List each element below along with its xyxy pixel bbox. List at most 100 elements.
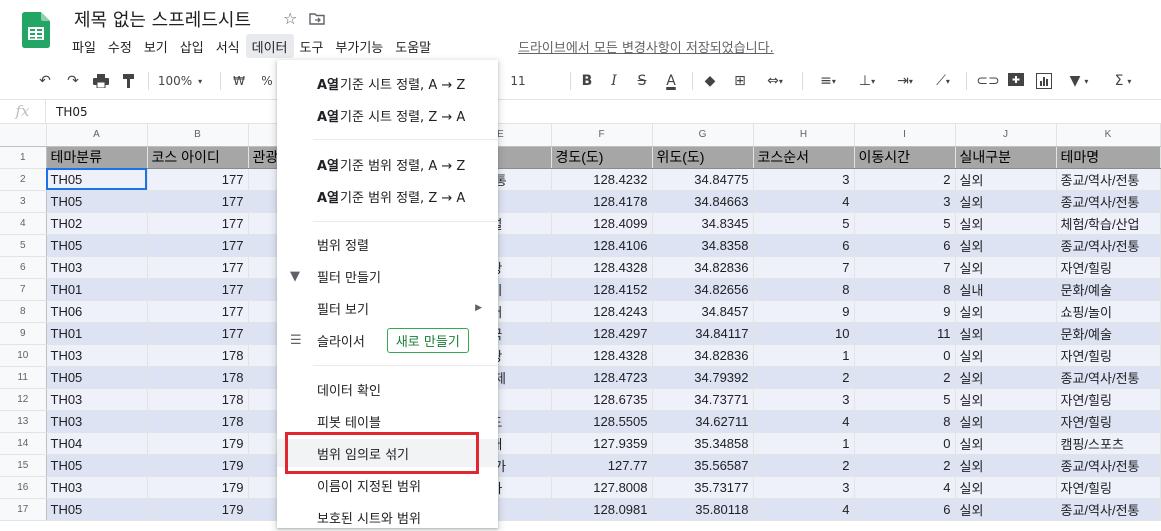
align-horizontal-icon[interactable]: ≡ ▾ — [812, 66, 844, 96]
save-status-link[interactable]: 드라이브에서 모든 변경사항이 저장되었습니다. — [518, 37, 774, 56]
cell-travel-time[interactable]: 3 — [854, 190, 956, 213]
percent-format-button[interactable]: % — [258, 66, 276, 96]
cell-theme-code[interactable]: TH05 — [46, 190, 148, 213]
cell-indoor-outdoor[interactable]: 실외 — [955, 410, 1057, 433]
cell-latitude[interactable]: 34.73771 — [652, 388, 754, 411]
cell-indoor-outdoor[interactable]: 실외 — [955, 366, 1057, 389]
cell-latitude[interactable]: 34.84117 — [652, 322, 754, 345]
cell-course-id[interactable]: 179 — [147, 476, 249, 499]
column-header[interactable]: B — [147, 124, 249, 147]
cell-indoor-outdoor[interactable]: 실외 — [955, 322, 1057, 345]
text-wrap-icon[interactable]: ⇥ ▾ — [888, 66, 922, 96]
column-header[interactable]: A — [46, 124, 148, 147]
cell-travel-time[interactable]: 8 — [854, 410, 956, 433]
cell-course-order[interactable]: 1 — [753, 432, 855, 455]
cell-course-id[interactable]: 177 — [147, 322, 249, 345]
move-folder-icon[interactable] — [309, 11, 326, 27]
menu-format[interactable]: 서식 — [210, 34, 246, 58]
header-cell[interactable]: 실내구분 — [955, 146, 1057, 169]
cell-travel-time[interactable]: 6 — [854, 498, 956, 521]
align-vertical-icon[interactable]: ⊥ ▾ — [850, 66, 884, 96]
currency-format-button[interactable]: ₩ — [230, 66, 248, 96]
fill-color-icon[interactable]: ◆ — [700, 66, 720, 96]
merge-cells-icon[interactable]: ⇔ ▾ — [758, 66, 792, 96]
create-filter-item[interactable]: ▼ 필터 만들기 — [277, 262, 498, 290]
column-header[interactable]: F — [551, 124, 653, 147]
cell-theme-name[interactable]: 종교/역사/전통 — [1056, 498, 1161, 521]
menu-addons[interactable]: 부가기능 — [329, 34, 389, 58]
cell-course-id[interactable]: 177 — [147, 234, 249, 257]
undo-icon[interactable]: ↶ — [34, 66, 56, 96]
cell-course-id[interactable]: 178 — [147, 344, 249, 367]
cell-theme-code[interactable]: TH06 — [46, 300, 148, 323]
cell-longitude[interactable]: 128.6735 — [551, 388, 653, 411]
cell-course-order[interactable]: 5 — [753, 212, 855, 235]
strikethrough-icon[interactable]: S — [633, 66, 651, 96]
cell-theme-name[interactable]: 체험/학습/산업 — [1056, 212, 1161, 235]
cell-theme-name[interactable]: 자연/힐링 — [1056, 388, 1161, 411]
sort-sheet-za-item[interactable]: A열 기준 시트 정렬, Z → A — [277, 101, 498, 129]
named-ranges-item[interactable]: 이름이 지정된 범위 — [277, 471, 498, 499]
cell-theme-name[interactable]: 자연/힐링 — [1056, 410, 1161, 433]
row-header[interactable]: 14 — [0, 432, 47, 455]
pivot-table-item[interactable]: 피봇 테이블 — [277, 407, 498, 435]
slicer-item[interactable]: ☰ 슬라이서 새로 만들기 — [277, 326, 498, 354]
row-header[interactable]: 3 — [0, 190, 47, 213]
cell-theme-name[interactable]: 캠핑/스포츠 — [1056, 432, 1161, 455]
cell-travel-time[interactable]: 2 — [854, 366, 956, 389]
cell-travel-time[interactable]: 8 — [854, 278, 956, 301]
cell-longitude[interactable]: 127.9359 — [551, 432, 653, 455]
cell-latitude[interactable]: 35.56587 — [652, 454, 754, 477]
insert-comment-icon[interactable] — [1006, 66, 1026, 96]
cell-theme-name[interactable]: 자연/힐링 — [1056, 256, 1161, 279]
cell-theme-name[interactable]: 종교/역사/전통 — [1056, 190, 1161, 213]
cell-longitude[interactable]: 127.8008 — [551, 476, 653, 499]
cell-course-id[interactable]: 179 — [147, 432, 249, 455]
cell-latitude[interactable]: 34.8345 — [652, 212, 754, 235]
italic-icon[interactable]: I — [605, 66, 623, 96]
cell-theme-code[interactable]: TH05 — [46, 498, 148, 521]
cell-latitude[interactable]: 34.8358 — [652, 234, 754, 257]
cell-theme-code[interactable]: TH03 — [46, 344, 148, 367]
cell-travel-time[interactable]: 2 — [854, 454, 956, 477]
column-header[interactable]: G — [652, 124, 754, 147]
row-header[interactable]: 7 — [0, 278, 47, 301]
row-header[interactable]: 11 — [0, 366, 47, 389]
cell-course-id[interactable]: 178 — [147, 388, 249, 411]
cell-theme-name[interactable]: 종교/역사/전통 — [1056, 366, 1161, 389]
cell-latitude[interactable]: 35.34858 — [652, 432, 754, 455]
cell-theme-code[interactable]: TH05 — [46, 366, 148, 389]
select-all-corner[interactable] — [0, 124, 47, 147]
cell-course-order[interactable]: 4 — [753, 498, 855, 521]
column-header[interactable]: H — [753, 124, 855, 147]
cell-travel-time[interactable]: 11 — [854, 322, 956, 345]
cell-course-order[interactable]: 9 — [753, 300, 855, 323]
cell-course-id[interactable]: 179 — [147, 454, 249, 477]
cell-longitude[interactable]: 128.4232 — [551, 168, 653, 191]
cell-latitude[interactable]: 34.79392 — [652, 366, 754, 389]
cell-latitude[interactable]: 34.82836 — [652, 344, 754, 367]
cell-latitude[interactable]: 34.8457 — [652, 300, 754, 323]
menu-view[interactable]: 보기 — [138, 34, 174, 58]
cell-course-id[interactable]: 177 — [147, 300, 249, 323]
new-button[interactable]: 새로 만들기 — [386, 327, 469, 353]
row-header[interactable]: 9 — [0, 322, 47, 345]
paint-format-icon[interactable] — [118, 66, 140, 96]
cell-indoor-outdoor[interactable]: 실내 — [955, 278, 1057, 301]
cell-course-order[interactable]: 3 — [753, 168, 855, 191]
cell-latitude[interactable]: 34.84775 — [652, 168, 754, 191]
cell-theme-code[interactable]: TH05 — [46, 234, 148, 257]
row-header[interactable]: 15 — [0, 454, 47, 477]
cell-longitude[interactable]: 127.77 — [551, 454, 653, 477]
cell-theme-name[interactable]: 문화/예술 — [1056, 322, 1161, 345]
sort-range-item[interactable]: 범위 정렬 — [277, 230, 498, 258]
cell-indoor-outdoor[interactable]: 실외 — [955, 476, 1057, 499]
protected-sheets-item[interactable]: 보호된 시트와 범위 — [277, 503, 498, 531]
cell-longitude[interactable]: 128.4723 — [551, 366, 653, 389]
cell-course-order[interactable]: 1 — [753, 344, 855, 367]
cell-course-order[interactable]: 10 — [753, 322, 855, 345]
header-cell[interactable]: 테마분류 — [46, 146, 148, 169]
cell-indoor-outdoor[interactable]: 실외 — [955, 388, 1057, 411]
cell-longitude[interactable]: 128.4297 — [551, 322, 653, 345]
doc-title[interactable]: 제목 없는 스프레드시트 — [74, 6, 251, 32]
